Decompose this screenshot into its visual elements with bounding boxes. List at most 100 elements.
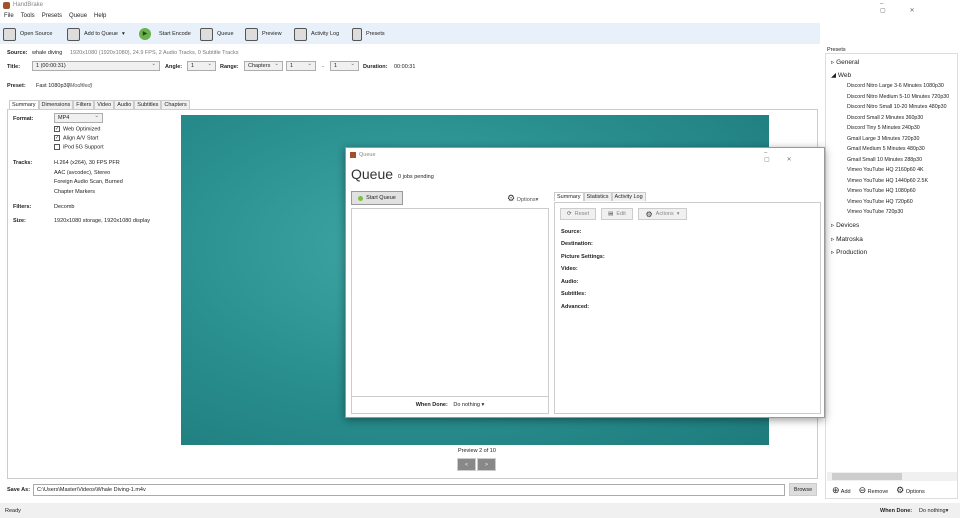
preset-category-web[interactable]: ◢ Web [831, 71, 851, 79]
ipod-checkbox[interactable]: iPod 5G Support [54, 144, 104, 150]
field-advanced: Advanced: [561, 304, 590, 310]
preset-category-production[interactable]: ▹ Production [831, 248, 867, 256]
save-path-input[interactable]: C:\Users\Master\Videos\Whale Diving-1.m4… [33, 484, 785, 496]
settings-tabs: Summary Dimensions Filters Video Audio S… [9, 100, 190, 109]
tab-subtitles[interactable]: Subtitles [134, 100, 162, 109]
queue-tab-activity-log[interactable]: Activity Log [611, 192, 646, 201]
preset-item[interactable]: Vimeo YouTube HQ 1080p60 [847, 188, 916, 194]
preset-item[interactable]: Vimeo YouTube HQ 2160p60 4K [847, 167, 924, 173]
save-as-label: Save As: [7, 487, 31, 493]
menu-bar: File Tools Presets Queue Help [4, 13, 106, 19]
menu-file[interactable]: File [4, 13, 14, 19]
range-end-select[interactable]: 1 [330, 61, 359, 71]
chevron-down-icon: ▾ [121, 31, 125, 37]
menu-tools[interactable]: Tools [21, 13, 35, 19]
tab-chapters[interactable]: Chapters [161, 100, 190, 109]
edit-button[interactable]: ▤ Edit [601, 208, 633, 220]
queue-options-button[interactable]: ⚙ Options▾ [507, 193, 538, 204]
preset-modified: (Modified) [68, 83, 93, 89]
tab-video[interactable]: Video [94, 100, 115, 109]
remove-preset-button[interactable]: ⊖ Remove [859, 485, 889, 496]
source-name: whale diving [32, 50, 63, 56]
track-item: AAC (avcodec), Stereo [54, 170, 111, 176]
preview-counter: Preview 2 of 10 [458, 448, 496, 454]
align-av-checkbox[interactable]: ✓ Align A/V Start [54, 135, 98, 141]
preset-category-devices[interactable]: ▹ Devices [831, 221, 859, 229]
start-encode-button[interactable]: ▶ Start Encode [139, 27, 191, 41]
tab-summary[interactable]: Summary [9, 100, 39, 109]
tab-dimensions[interactable]: Dimensions [38, 100, 74, 109]
track-item: H.264 (x264), 30 FPS PFR [54, 160, 120, 166]
queue-list[interactable]: When Done: Do nothing ▾ [351, 208, 549, 414]
tracks-label: Tracks: [13, 160, 33, 166]
field-audio: Audio: [561, 279, 579, 285]
document-icon: ▤ [608, 211, 614, 217]
title-select[interactable]: 1 (00:00:31) [32, 61, 160, 71]
queue-window-controls[interactable]: –▢✕ [764, 150, 824, 163]
presets-button[interactable]: Presets [352, 27, 385, 41]
queue-heading: Queue [351, 166, 394, 182]
format-select[interactable]: MP4 [54, 113, 103, 123]
preset-item[interactable]: Discord Nitro Small 10-20 Minutes 480p30 [847, 104, 947, 110]
preset-item[interactable]: Gmail Medium 5 Minutes 480p30 [847, 146, 925, 152]
preview-prev-button[interactable]: < [457, 458, 476, 471]
filters-label: Filters: [13, 204, 32, 210]
source-label: Source: [7, 50, 28, 56]
presets-horizontal-scrollbar[interactable] [827, 472, 957, 481]
window-controls[interactable]: –▢✕ [880, 1, 960, 14]
field-picture-settings: Picture Settings: [561, 254, 605, 260]
when-done-select[interactable]: Do nothing▾ [919, 508, 948, 514]
queue-when-done-select[interactable]: Do nothing ▾ [453, 402, 484, 408]
browse-button[interactable]: Browse [789, 483, 817, 496]
preset-item[interactable]: Gmail Small 10 Minutes 288p30 [847, 157, 922, 163]
menu-presets[interactable]: Presets [42, 13, 62, 19]
range-label: Range: [220, 64, 239, 70]
when-done-label: When Done: [880, 508, 913, 514]
jobs-pending: 0 jobs pending [398, 174, 434, 180]
angle-select[interactable]: 1 [187, 61, 216, 71]
preset-item[interactable]: Discord Nitro Large 3-6 Minutes 1080p30 [847, 83, 944, 89]
add-queue-icon [67, 27, 80, 41]
menu-help[interactable]: Help [94, 13, 106, 19]
add-to-queue-button[interactable]: Add to Queue ▾ [67, 27, 125, 41]
open-source-button[interactable]: Open Source [3, 27, 52, 41]
duration-label: Duration: [363, 64, 388, 70]
preview-next-button[interactable]: > [477, 458, 496, 471]
title-label: Title: [7, 64, 21, 70]
reset-button[interactable]: ⟳ Reset [560, 208, 596, 220]
menu-queue[interactable]: Queue [69, 13, 87, 19]
activity-log-button[interactable]: Activity Log [294, 27, 339, 41]
web-optimized-checkbox[interactable]: ✓ Web Optimized [54, 126, 101, 132]
add-preset-button[interactable]: ⊕ Add [832, 485, 851, 496]
queue-tab-summary[interactable]: Summary [554, 192, 584, 201]
size-value: 1920x1080 storage, 1920x1080 display [54, 218, 151, 224]
preset-item[interactable]: Discord Tiny 5 Minutes 240p30 [847, 125, 920, 131]
track-item: Chapter Markers [54, 189, 95, 195]
preview-button[interactable]: Preview [245, 27, 282, 41]
preset-item[interactable]: Discord Nitro Medium 5-10 Minutes 720p30 [847, 94, 949, 100]
filters-value: Decomb [54, 204, 75, 210]
actions-button[interactable]: ⚙ Actions ▾ [638, 208, 687, 220]
preset-category-general[interactable]: ▹ General [831, 58, 859, 66]
tab-audio[interactable]: Audio [114, 100, 135, 109]
plus-circle-icon: ⊕ [832, 485, 840, 495]
queue-tab-statistics[interactable]: Statistics [583, 192, 612, 201]
tab-filters[interactable]: Filters [73, 100, 95, 109]
field-video: Video: [561, 266, 578, 272]
range-start-select[interactable]: 1 [286, 61, 316, 71]
film-icon [3, 27, 16, 41]
preset-item[interactable]: Vimeo YouTube HQ 1440p60 2.5K [847, 178, 928, 184]
preset-item[interactable]: Vimeo YouTube HQ 720p60 [847, 199, 913, 205]
gear-icon: ⚙ [896, 485, 905, 495]
queue-window: Queue –▢✕ Queue 0 jobs pending Start Que… [345, 147, 825, 418]
start-queue-button[interactable]: Start Queue [351, 191, 403, 205]
preset-category-matroska[interactable]: ▹ Matroska [831, 235, 863, 243]
preset-name: Fast 1080p30 [36, 83, 70, 89]
preset-item[interactable]: Discord Small 2 Minutes 360p30 [847, 115, 923, 121]
presets-icon [352, 27, 362, 41]
preset-item[interactable]: Gmail Large 3 Minutes 720p30 [847, 136, 919, 142]
preset-item[interactable]: Vimeo YouTube 720p30 [847, 209, 903, 215]
preset-options-button[interactable]: ⚙ Options [896, 485, 925, 496]
queue-button[interactable]: Queue [200, 27, 234, 41]
range-type-select[interactable]: Chapters [244, 61, 283, 71]
